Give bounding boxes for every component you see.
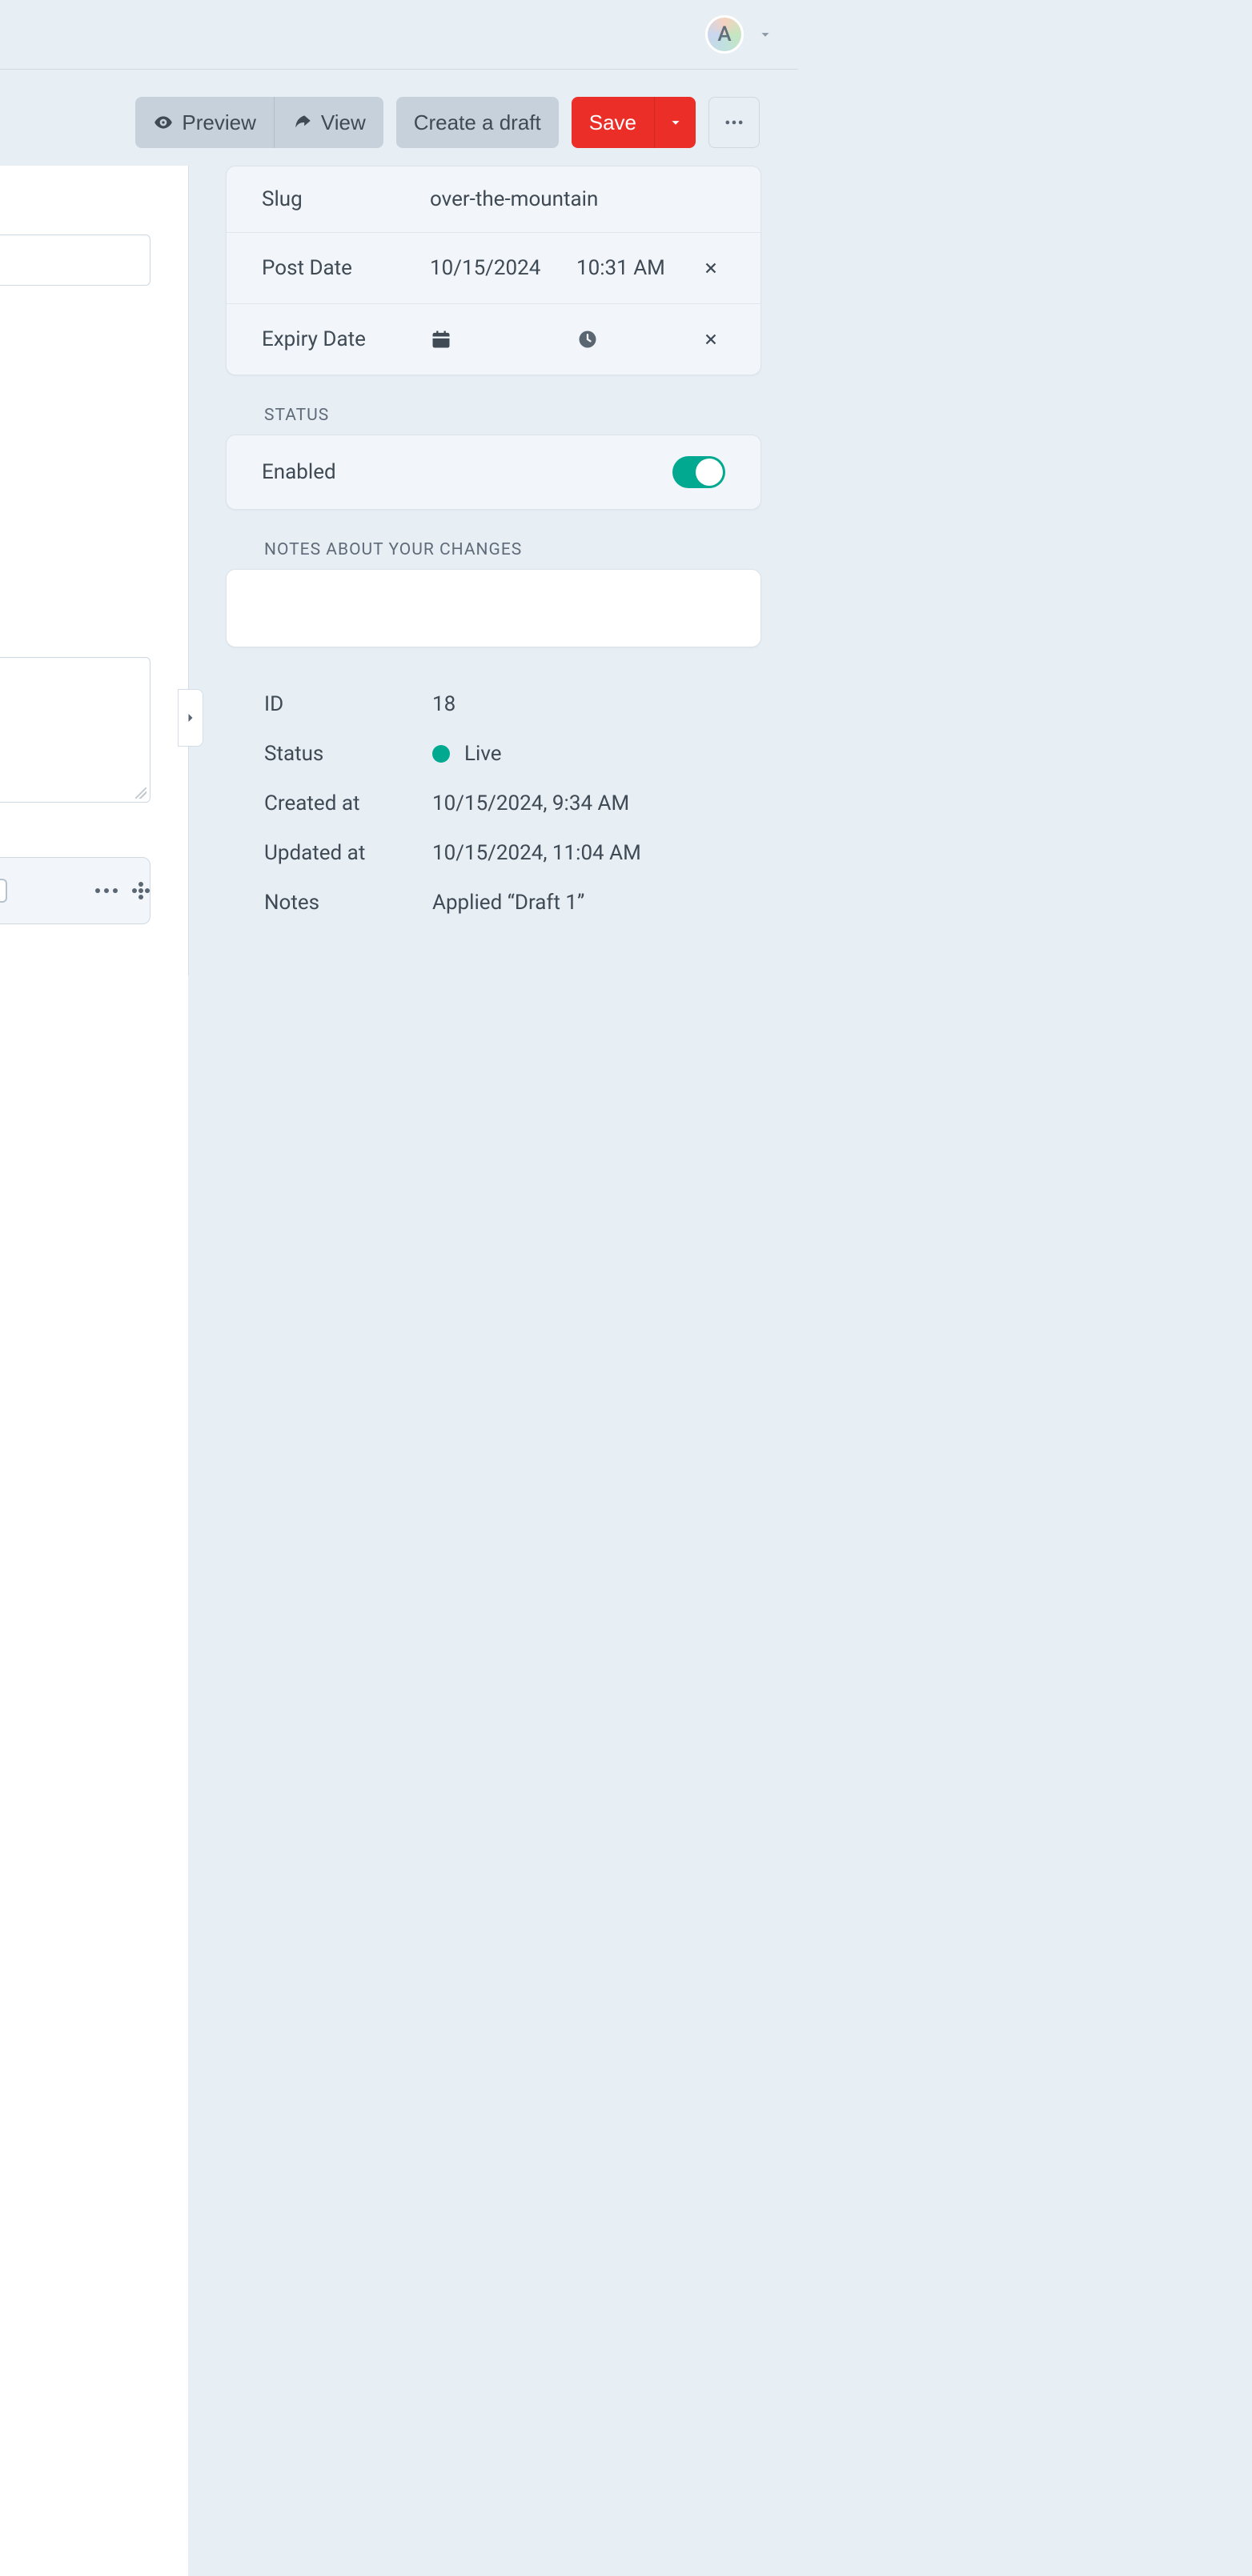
post-date-label: Post Date [262, 256, 430, 280]
meta-created-label: Created at [264, 791, 432, 815]
avatar-letter: A [717, 22, 731, 46]
eye-icon [153, 112, 174, 133]
slug-row: Slug over-the-mountain [227, 166, 760, 232]
clock-icon [576, 328, 696, 351]
meta-created-value: 10/15/2024, 9:34 AM [432, 791, 629, 815]
save-button[interactable]: Save [572, 97, 654, 148]
notes-heading: NOTES ABOUT YOUR CHANGES [264, 540, 761, 559]
text-input-stub[interactable] [0, 234, 150, 286]
main-editor-pane [0, 166, 189, 976]
textarea-stub[interactable] [0, 657, 150, 803]
details-sidebar: Slug over-the-mountain Post Date 10/15/2… [189, 166, 798, 976]
meta-id-label: ID [264, 692, 432, 716]
meta-status-value: Live [464, 742, 502, 766]
expiry-date-row: Expiry Date [227, 303, 760, 375]
entry-fields-card: Slug over-the-mountain Post Date 10/15/2… [226, 166, 761, 375]
block-checkbox[interactable] [0, 879, 7, 903]
create-draft-label: Create a draft [414, 110, 541, 135]
meta-notes-row: Notes Applied “Draft 1” [264, 878, 761, 927]
meta-updated-row: Updated at 10/15/2024, 11:04 AM [264, 828, 761, 878]
enabled-toggle[interactable] [672, 456, 725, 488]
block-card-stub[interactable] [0, 857, 150, 924]
calendar-icon [430, 328, 464, 351]
expiry-time-input[interactable] [576, 328, 696, 351]
view-label: View [321, 110, 366, 135]
meta-status-label: Status [264, 742, 432, 766]
slug-label: Slug [262, 187, 430, 211]
meta-id-value: 18 [432, 692, 455, 716]
post-date-row: Post Date 10/15/2024 10:31 AM [227, 232, 760, 303]
meta-notes-value: Applied “Draft 1” [432, 891, 584, 915]
expiry-date-label: Expiry Date [262, 327, 430, 351]
move-icon[interactable] [132, 882, 150, 899]
preview-label: Preview [182, 110, 255, 135]
collapse-sidebar-handle[interactable] [178, 689, 203, 747]
content-panes: Slug over-the-mountain Post Date 10/15/2… [0, 166, 798, 976]
meta-list: ID 18 Status Live Created at 10/15/2024,… [264, 679, 761, 927]
status-heading: STATUS [264, 406, 761, 425]
save-group: Save [572, 97, 696, 148]
meta-notes-label: Notes [264, 891, 432, 915]
action-toolbar: Preview View Create a draft Save [0, 70, 798, 166]
avatar[interactable]: A [705, 15, 744, 54]
app-header: A [0, 0, 798, 70]
view-button[interactable]: View [275, 97, 383, 148]
chevron-right-icon [183, 710, 199, 726]
close-icon [702, 259, 720, 277]
ellipsis-icon [723, 111, 745, 134]
user-menu-chevron[interactable] [756, 26, 774, 43]
toggle-knob [696, 459, 723, 486]
chevron-down-icon [667, 114, 684, 131]
meta-id-row: ID 18 [264, 679, 761, 729]
post-date-time[interactable]: 10:31 AM [576, 256, 696, 280]
clear-expiry-date-button[interactable] [696, 325, 725, 354]
clear-post-date-button[interactable] [696, 254, 725, 282]
status-dot-icon [432, 745, 450, 763]
save-label: Save [589, 110, 636, 135]
meta-created-row: Created at 10/15/2024, 9:34 AM [264, 779, 761, 828]
share-arrow-icon [292, 112, 313, 133]
revision-notes-input[interactable] [226, 569, 761, 647]
enabled-label: Enabled [262, 460, 336, 484]
meta-updated-value: 10/15/2024, 11:04 AM [432, 841, 641, 865]
close-icon [702, 331, 720, 348]
view-group: Preview View [135, 97, 383, 148]
block-actions-icon[interactable] [95, 888, 118, 893]
create-draft-button[interactable]: Create a draft [396, 97, 559, 148]
slug-value[interactable]: over-the-mountain [430, 187, 725, 211]
editor-canvas [0, 166, 188, 2576]
save-dropdown-button[interactable] [654, 97, 696, 148]
meta-status-row: Status Live [264, 729, 761, 779]
expiry-date-input[interactable] [430, 328, 464, 351]
preview-button[interactable]: Preview [135, 97, 274, 148]
post-date-value[interactable]: 10/15/2024 [430, 256, 552, 280]
more-actions-button[interactable] [708, 97, 760, 148]
meta-updated-label: Updated at [264, 841, 432, 865]
status-card: Enabled [226, 435, 761, 510]
